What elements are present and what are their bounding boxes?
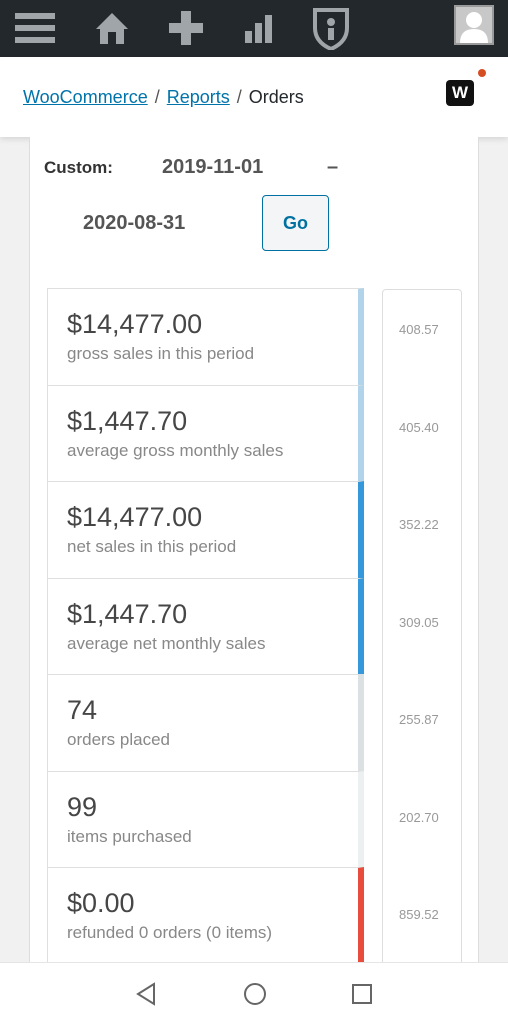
axis-tick-label: 352.22 bbox=[399, 517, 439, 532]
legend-description: net sales in this period bbox=[67, 537, 237, 556]
notification-dot bbox=[478, 69, 486, 77]
legend-description: refunded 0 orders (0 items) bbox=[67, 923, 273, 942]
axis-tick-label: 202.70 bbox=[399, 809, 439, 825]
legend-item[interactable]: $14,477.00 net sales in this period bbox=[47, 481, 364, 579]
go-button[interactable]: Go bbox=[262, 195, 329, 251]
legend-description: average gross monthly sales bbox=[67, 440, 284, 460]
breadcrumb-reports[interactable]: Reports bbox=[167, 87, 230, 107]
legend-amount: $1,447.70 bbox=[67, 405, 188, 436]
legend-amount: 99 bbox=[67, 791, 98, 822]
breadcrumb-separator: / bbox=[236, 87, 242, 107]
legend-description: items purchased bbox=[67, 826, 192, 846]
woo-activity-icon[interactable]: W bbox=[446, 80, 474, 106]
legend-amount: 74 bbox=[67, 695, 98, 725]
axis-tick-label: 309.05 bbox=[399, 614, 439, 630]
home-icon[interactable] bbox=[90, 8, 134, 48]
stats-icon[interactable] bbox=[236, 8, 280, 48]
axis-tick-label: 255.87 bbox=[399, 712, 439, 727]
chart-legend: $14,477.00 gross sales in this period $1,4… bbox=[47, 288, 364, 965]
legend-item[interactable]: $1,447.70 average net monthly sales bbox=[47, 577, 364, 675]
legend-item[interactable]: $14,477.00 gross sales in this period bbox=[47, 288, 364, 386]
legend-amount: $14,477.00 bbox=[67, 502, 203, 532]
breadcrumb-current: Orders bbox=[248, 87, 304, 107]
recents-icon[interactable] bbox=[350, 981, 374, 1012]
legend-item[interactable]: $1,447.70 average gross monthly sales bbox=[47, 384, 364, 482]
custom-label: Custom: bbox=[44, 158, 113, 177]
breadcrumb-separator: / bbox=[154, 87, 160, 107]
axis-tick-label: 405.40 bbox=[399, 419, 439, 435]
legend-description: gross sales in this period bbox=[67, 344, 255, 363]
home-circle-icon[interactable] bbox=[242, 981, 268, 1012]
menu-icon[interactable] bbox=[13, 8, 57, 48]
legend-amount: $1,447.70 bbox=[67, 598, 188, 629]
legend-amount: $0.00 bbox=[67, 888, 135, 918]
legend-description: orders placed bbox=[67, 730, 171, 749]
plus-icon[interactable] bbox=[164, 8, 208, 48]
android-nav-bar bbox=[0, 962, 508, 1024]
date-from[interactable]: 2019-11-01 bbox=[162, 156, 263, 179]
legend-item[interactable]: 74 orders placed bbox=[47, 674, 364, 772]
legend-amount: $14,477.00 bbox=[67, 309, 203, 339]
shield-icon[interactable] bbox=[309, 8, 353, 50]
admin-bar bbox=[0, 0, 508, 57]
legend-item[interactable]: $0.00 refunded 0 orders (0 items) bbox=[47, 867, 364, 965]
avatar[interactable] bbox=[454, 5, 494, 45]
date-to[interactable]: 2020-08-31 bbox=[83, 212, 185, 235]
date-dash: – bbox=[327, 156, 339, 178]
axis-tick-label: 859.52 bbox=[399, 907, 439, 922]
axis-tick-label: 408.57 bbox=[399, 322, 439, 337]
breadcrumb: WooCommerce / Reports / Orders bbox=[23, 87, 304, 108]
breadcrumb-woocommerce[interactable]: WooCommerce bbox=[23, 87, 148, 107]
back-icon[interactable] bbox=[134, 981, 158, 1012]
legend-item[interactable]: 99 items purchased bbox=[47, 770, 364, 868]
orders-chart: 408.57 405.40 352.22 309.05 255.87 202.70 859.… bbox=[382, 289, 462, 969]
legend-description: average net monthly sales bbox=[67, 633, 266, 653]
